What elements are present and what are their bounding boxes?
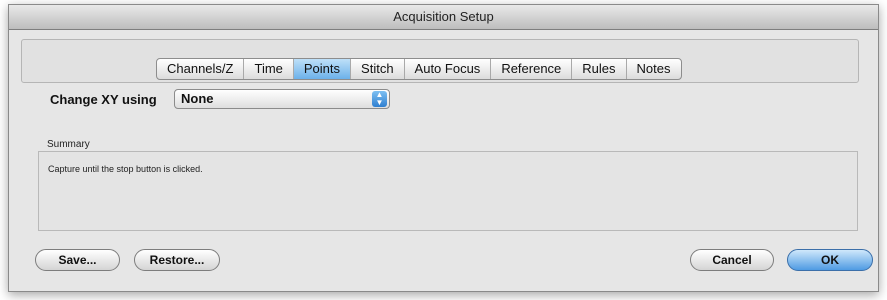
cancel-button[interactable]: Cancel <box>690 249 774 271</box>
window-title: Acquisition Setup <box>9 5 878 30</box>
tab-auto-focus[interactable]: Auto Focus <box>405 59 492 79</box>
summary-text: Capture until the stop button is clicked… <box>48 164 203 174</box>
tab-stitch[interactable]: Stitch <box>351 59 405 79</box>
tab-points[interactable]: Points <box>293 59 352 79</box>
tab-rules[interactable]: Rules <box>572 59 627 79</box>
ok-button[interactable]: OK <box>787 249 873 271</box>
summary-label: Summary <box>47 139 90 150</box>
change-xy-label: Change XY using <box>50 92 157 107</box>
tab-channels-z[interactable]: Channels/Z <box>157 59 245 79</box>
updown-arrows-icon: ▲ ▼ <box>372 91 387 107</box>
restore-button[interactable]: Restore... <box>134 249 220 271</box>
change-xy-select[interactable]: None ▲ ▼ <box>174 89 390 109</box>
summary-box: Capture until the stop button is clicked… <box>38 151 858 231</box>
tab-notes[interactable]: Notes <box>627 59 681 79</box>
tab-time[interactable]: Time <box>244 59 294 79</box>
save-button[interactable]: Save... <box>35 249 120 271</box>
tab-bar: Channels/Z Time Points Stitch Auto Focus… <box>156 58 682 80</box>
change-xy-value: None <box>181 91 214 106</box>
acquisition-setup-dialog: Acquisition Setup Channels/Z Time Points… <box>8 4 879 292</box>
tab-reference[interactable]: Reference <box>491 59 573 79</box>
